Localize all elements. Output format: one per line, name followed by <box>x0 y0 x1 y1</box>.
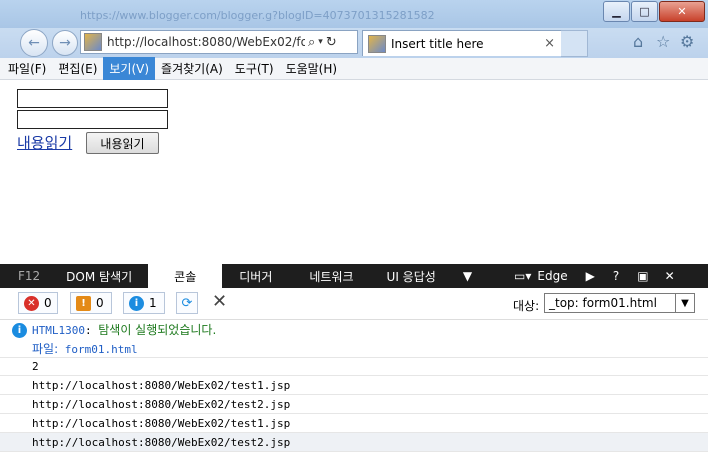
console-icon[interactable]: ▶ <box>578 264 603 288</box>
info-filter[interactable]: i 1 <box>123 292 165 314</box>
file-link[interactable]: form01.html <box>65 343 138 356</box>
info-message-icon: i <box>12 323 27 338</box>
back-button[interactable]: ← <box>20 29 48 57</box>
target-value: _top: form01.html <box>549 296 657 310</box>
settings-icon[interactable]: ⚙ <box>680 32 694 51</box>
console-line: http://localhost:8080/WebEx02/test2.jsp <box>0 433 708 452</box>
tab-favicon-icon <box>368 34 386 53</box>
console-input-area[interactable] <box>0 452 708 469</box>
text-input-2[interactable] <box>17 110 168 129</box>
devtools-f12-label: F12 <box>18 269 41 283</box>
console-message-info: i HTML1300: 탐색이 실행되었습니다. 파일: form01.html <box>0 319 708 358</box>
forward-arrow-icon: → <box>59 35 71 51</box>
error-filter[interactable]: ✕ 0 <box>18 292 58 314</box>
menu-help[interactable]: 도움말(H) <box>280 57 344 80</box>
browser-tab[interactable]: Insert title here × <box>362 30 562 56</box>
target-select[interactable]: _top: form01.html ▼ <box>544 293 695 313</box>
tab-title[interactable]: Insert title here <box>391 37 544 51</box>
close-icon: ✕ <box>677 5 687 18</box>
home-icon[interactable]: ⌂ <box>633 32 643 51</box>
forward-button[interactable]: → <box>52 30 78 56</box>
menu-bar: 파일(F) 편집(E) 보기(V) 즐겨찾기(A) 도구(T) 도움말(H) <box>0 57 708 80</box>
tab-network[interactable]: 네트워크 <box>289 264 373 288</box>
tab-close-icon[interactable]: × <box>544 36 555 51</box>
menu-view[interactable]: 보기(V) <box>103 57 156 80</box>
more-tabs-icon[interactable]: ▼ <box>449 264 486 288</box>
file-label: 파일: <box>32 342 59 356</box>
menu-file[interactable]: 파일(F) <box>2 57 52 80</box>
chevron-down-icon[interactable]: ▼ <box>675 294 694 312</box>
tab-dom-explorer[interactable]: DOM 탐색기 <box>50 264 148 288</box>
message-code-separator: : <box>84 324 92 337</box>
error-icon: ✕ <box>24 295 39 311</box>
console-line: 2 <box>0 357 708 376</box>
maximize-button[interactable]: □ <box>631 1 658 22</box>
minimize-button[interactable]: ▁ <box>603 1 630 22</box>
menu-tools[interactable]: 도구(T) <box>229 57 280 80</box>
favorites-icon[interactable]: ☆ <box>656 32 670 51</box>
emulation-icon[interactable]: ▭▾ <box>486 264 533 288</box>
address-url[interactable]: http://localhost:8080/WebEx02/form01.htm… <box>107 35 305 49</box>
tab-console[interactable]: 콘솔 <box>148 264 223 288</box>
read-content-link[interactable]: 내용읽기 <box>17 132 72 153</box>
help-icon[interactable]: ? <box>603 264 629 288</box>
target-label: 대상: <box>513 299 540 313</box>
tab-ui-responsiveness[interactable]: UI 응답성 <box>374 264 449 288</box>
menu-edit[interactable]: 편집(E) <box>52 57 103 80</box>
info-message-line: HTML1300: 탐색이 실행되었습니다. <box>32 321 216 338</box>
minimize-icon: ▁ <box>612 5 621 18</box>
emulation-mode-label[interactable]: Edge <box>533 264 577 288</box>
clear-on-navigate-button[interactable]: ⟳ <box>176 292 198 314</box>
menu-favorites[interactable]: 즐겨찾기(A) <box>155 57 229 80</box>
message-code[interactable]: HTML1300 <box>32 324 85 337</box>
warning-count: 0 <box>96 296 104 310</box>
blurred-title-text: https://www.blogger.com/blogger.g?blogID… <box>80 9 435 22</box>
search-icon[interactable]: ⌕ <box>308 35 315 50</box>
maximize-icon: □ <box>639 5 650 18</box>
warning-icon: ! <box>76 295 91 311</box>
undock-icon[interactable]: ▣ <box>629 264 656 288</box>
file-line: 파일: form01.html <box>32 340 138 357</box>
console-line: http://localhost:8080/WebEx02/test1.jsp <box>0 414 708 433</box>
new-tab-button[interactable] <box>561 30 588 57</box>
console-line: http://localhost:8080/WebEx02/test2.jsp <box>0 395 708 414</box>
read-content-button[interactable]: 내용읽기 <box>86 132 159 154</box>
close-window-button[interactable]: ✕ <box>659 1 705 22</box>
devtools-close-icon[interactable]: ✕ <box>657 264 683 288</box>
clear-console-icon[interactable]: ✕ <box>212 291 227 312</box>
info-count: 1 <box>149 296 157 310</box>
console-line: http://localhost:8080/WebEx02/test1.jsp <box>0 376 708 395</box>
page-favicon-icon <box>84 33 102 51</box>
warning-filter[interactable]: ! 0 <box>70 292 112 314</box>
error-count: 0 <box>44 296 52 310</box>
clear-on-navigate-icon: ⟳ <box>181 295 193 311</box>
message-text: 탐색이 실행되었습니다. <box>98 323 217 337</box>
info-icon: i <box>129 295 144 311</box>
back-arrow-icon: ← <box>28 35 40 51</box>
tab-debugger[interactable]: 디버거 <box>222 264 289 288</box>
text-input-1[interactable] <box>17 89 168 108</box>
dropdown-icon[interactable]: ▾ <box>318 37 323 47</box>
devtools-tab-bar: F12 DOM 탐색기 콘솔 디버거 네트워크 UI 응답성 ▼ ▭▾ Edge… <box>0 264 708 288</box>
refresh-icon[interactable]: ↻ <box>326 35 337 50</box>
address-bar[interactable]: http://localhost:8080/WebEx02/form01.htm… <box>80 30 358 54</box>
